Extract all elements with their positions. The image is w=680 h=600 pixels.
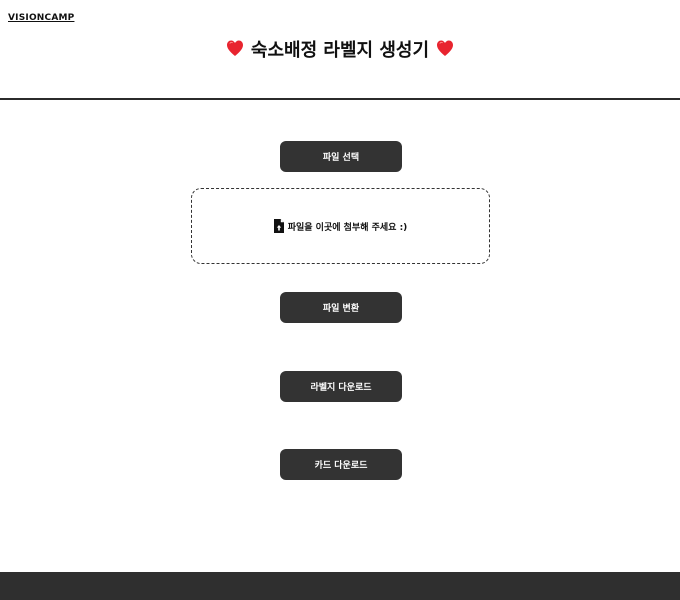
download-cards-button[interactable]: 카드 다운로드 — [280, 449, 402, 480]
title-text: 숙소배정 라벨지 생성기 — [250, 40, 430, 61]
select-file-button[interactable]: 파일 선택 — [280, 141, 402, 172]
footer-bar — [0, 572, 680, 600]
heart-icon — [226, 40, 243, 56]
download-labels-button[interactable]: 라벨지 다운로드 — [280, 371, 402, 402]
page-title: 숙소배정 라벨지 생성기 — [0, 36, 680, 62]
dropzone-text: 파일을 이곳에 첨부해 주세요 :) — [287, 222, 408, 233]
dropzone-content: 파일을 이곳에 첨부해 주세요 :) — [273, 219, 408, 233]
brand-link[interactable]: VISIONCAMP — [8, 13, 74, 23]
convert-file-button[interactable]: 파일 변환 — [280, 292, 402, 323]
header: VISIONCAMP 숙소배정 라벨지 생성기 — [0, 0, 680, 100]
heart-icon — [437, 40, 454, 56]
file-upload-icon — [273, 219, 284, 233]
file-dropzone[interactable]: 파일을 이곳에 첨부해 주세요 :) — [191, 188, 490, 264]
page: VISIONCAMP 숙소배정 라벨지 생성기 파일 선택 파일을 이곳에 첨부… — [0, 0, 680, 600]
